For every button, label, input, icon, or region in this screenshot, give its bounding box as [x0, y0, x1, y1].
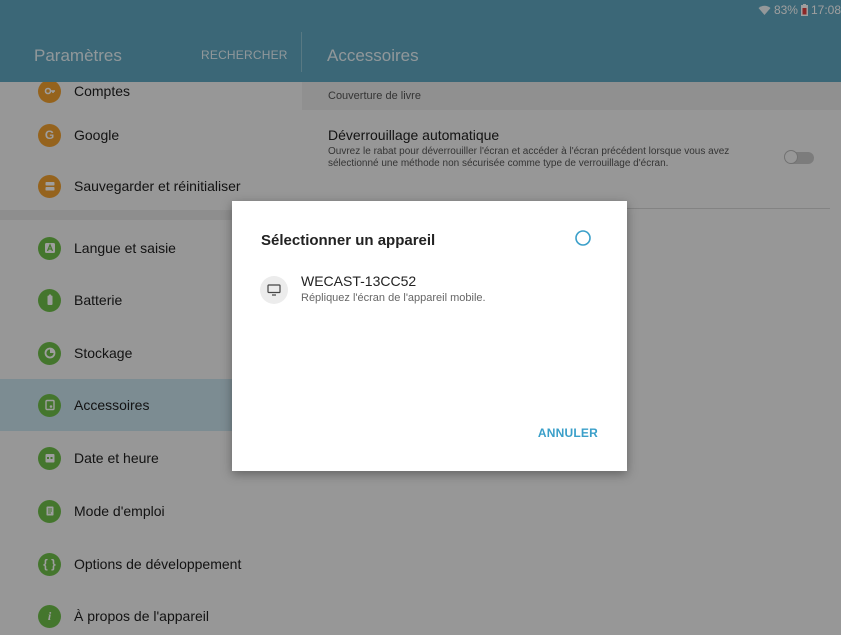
device-name[interactable]: WECAST-13CC52: [301, 273, 416, 289]
select-device-dialog: Sélectionner un appareil WECAST-13CC52 R…: [232, 201, 627, 471]
device-subtitle: Répliquez l'écran de l'appareil mobile.: [301, 292, 486, 304]
screen-mirror-icon: [260, 276, 288, 304]
cancel-button[interactable]: ANNULER: [538, 426, 598, 440]
loading-spinner-icon: [575, 230, 591, 246]
dialog-title: Sélectionner un appareil: [261, 232, 436, 249]
